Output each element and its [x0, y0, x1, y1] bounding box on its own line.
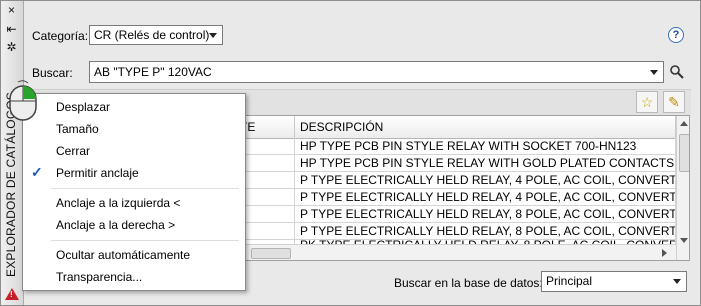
description-cell: P TYPE ELECTRICALLY HELD RELAY, 8 POLE, …	[295, 206, 676, 223]
database-label: Buscar en la base de datos:	[394, 276, 543, 290]
database-dropdown[interactable]: Principal	[541, 271, 687, 292]
mouse-icon	[9, 80, 37, 121]
warning-mark: !	[10, 290, 13, 299]
description-cell: P TYPE ELECTRICALLY HELD RELAY, 8 POLE, …	[295, 223, 676, 240]
scroll-up-icon[interactable]	[680, 121, 688, 126]
description-cell: P TYPE ELECTRICALLY HELD RELAY, 4 POLE, …	[295, 189, 676, 206]
menu-item-cerrar[interactable]: Cerrar	[56, 141, 90, 161]
menu-item-transparencia[interactable]: Transparencia...	[56, 267, 142, 287]
chevron-down-icon	[209, 33, 217, 38]
description-cell: HP TYPE PCB PIN STYLE RELAY WITH GOLD PL…	[295, 155, 676, 172]
search-label: Buscar:	[32, 66, 73, 80]
scroll-right-icon[interactable]	[662, 249, 667, 257]
menu-separator	[51, 188, 239, 189]
chevron-down-icon	[673, 279, 681, 284]
menu-item-permitir-anclaje[interactable]: Permitir anclaje	[56, 163, 139, 183]
search-input[interactable]: AB "TYPE P" 120VAC	[89, 61, 664, 83]
horizontal-scroll-thumb[interactable]	[251, 248, 291, 259]
search-icon[interactable]	[669, 64, 685, 80]
menu-item-anclaje-izquierda[interactable]: Anclaje a la izquierda <	[56, 193, 180, 213]
menu-item-desplazar[interactable]: Desplazar	[56, 97, 110, 117]
edit-icon[interactable]: ✎	[663, 91, 685, 113]
vertical-scrollbar[interactable]	[676, 116, 689, 260]
checkmark-icon: ✓	[31, 164, 43, 180]
menu-item-anclaje-derecha[interactable]: Anclaje a la derecha >	[56, 215, 175, 235]
palette-titlebar[interactable]: × ⇤ ✲ EXPLORADOR DE CATÁLOGOS !	[1, 1, 24, 305]
category-dropdown[interactable]: CR (Relés de control)	[89, 25, 223, 45]
description-cell: HP TYPE PCB PIN STYLE RELAY WITH SOCKET …	[295, 138, 676, 155]
database-value: Principal	[546, 274, 593, 288]
scroll-down-icon[interactable]	[680, 238, 688, 243]
menu-separator	[51, 240, 239, 241]
close-icon[interactable]: ×	[4, 4, 19, 17]
properties-icon[interactable]: ✲	[4, 41, 19, 54]
help-icon[interactable]: ?	[668, 27, 684, 43]
description-cell: P TYPE ELECTRICALLY HELD RELAY, 4 POLE, …	[295, 172, 676, 189]
vertical-scroll-thumb[interactable]	[679, 134, 689, 172]
menu-item-ocultar[interactable]: Ocultar automáticamente	[56, 245, 190, 265]
context-menu: Desplazar Tamaño Cerrar ✓ Permitir ancla…	[22, 93, 246, 291]
chevron-down-icon	[650, 70, 658, 75]
autohide-icon[interactable]: ⇤	[4, 23, 19, 36]
search-value: AB "TYPE P" 120VAC	[94, 65, 212, 79]
menu-item-tamano[interactable]: Tamaño	[56, 119, 99, 139]
category-value: CR (Relés de control)	[94, 28, 210, 42]
category-label: Categoría:	[32, 29, 89, 43]
column-header-description[interactable]: DESCRIPCIÓN	[295, 116, 676, 138]
favorite-icon[interactable]: ☆	[636, 91, 658, 113]
warning-icon[interactable]: !	[5, 288, 19, 300]
